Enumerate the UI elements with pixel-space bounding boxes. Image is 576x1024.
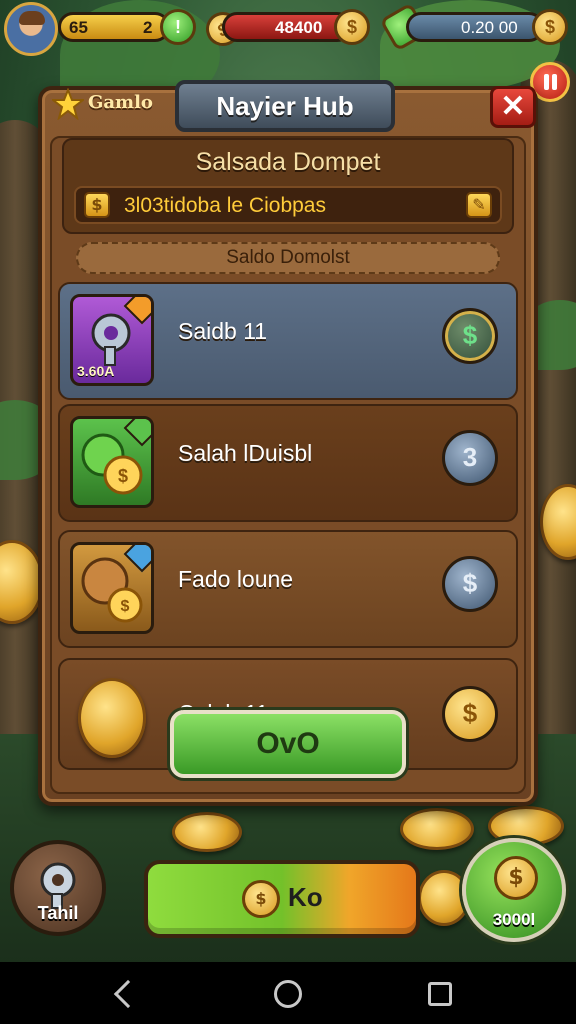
list-item-label: Salah lDuisbl — [178, 440, 313, 466]
svg-text:$: $ — [118, 466, 128, 486]
coin-shop-label: 3000l — [492, 910, 536, 929]
home-icon[interactable] — [274, 980, 302, 1008]
coin-icon: $ — [242, 880, 280, 918]
coin-shop-button[interactable]: $ 3000l — [462, 838, 566, 942]
row-currency-button[interactable]: 3 — [442, 430, 498, 486]
row-currency-button[interactable]: $ — [442, 686, 498, 742]
row-currency-button[interactable]: $ — [442, 556, 498, 612]
gem-count: 0.20 00 — [461, 18, 518, 37]
svg-text:$: $ — [121, 598, 130, 615]
row-currency-button[interactable]: $ — [442, 308, 498, 364]
list-item-label: Saidb 11 — [178, 318, 268, 344]
list-item[interactable]: $ Salah lDuisbl 3 — [58, 404, 518, 522]
add-coins-button[interactable]: $ — [334, 9, 370, 45]
section-label: Saldo Domolst — [76, 242, 500, 274]
close-button[interactable]: ✕ — [490, 86, 536, 128]
wallet-balance-text: 3l03tidoba le Ciobpas — [124, 194, 326, 217]
coin-count: 48400 — [275, 18, 323, 37]
edit-icon[interactable]: ✎ — [466, 192, 492, 218]
list-item[interactable]: 3.60A Saidb 11 $ — [58, 282, 518, 400]
item-thumbnail: $ — [70, 416, 154, 508]
back-icon[interactable] — [113, 979, 143, 1009]
key-menu-label: Tahil — [37, 903, 79, 923]
system-nav-bar — [0, 962, 576, 1024]
item-thumbnail: 3.60A — [70, 294, 154, 386]
wallet-header: Salsada Dompet $ 3l03tidoba le Ciobpas ✎ — [62, 138, 514, 234]
game-tab-label[interactable]: Gamlo — [88, 92, 153, 113]
level-value: 65 — [69, 18, 88, 37]
recent-apps-icon[interactable] — [428, 982, 452, 1006]
player-avatar[interactable] — [4, 2, 58, 56]
xp-boost-icon[interactable]: ! — [160, 9, 196, 45]
coin-bar: 48400 — [222, 12, 352, 42]
list-item-label: Fado loune — [178, 566, 294, 592]
key-menu-button[interactable]: Tahil — [10, 840, 106, 936]
list-item[interactable]: $ Fado loune $ — [58, 530, 518, 648]
coin-icon: $ — [494, 856, 538, 900]
main-action-label: Ko — [288, 882, 323, 912]
coin-icon — [78, 678, 146, 758]
main-action-button[interactable]: $ Ko — [144, 860, 420, 938]
add-gems-button[interactable]: $ — [532, 9, 568, 45]
coin-icon: $ — [84, 192, 110, 218]
item-thumbnail: $ — [70, 542, 154, 634]
confirm-button[interactable]: OvO — [170, 710, 406, 778]
level-bar: 65 2 — [58, 12, 170, 42]
top-hud: 65 2 ! $ 48400 $ 0.20 00 $ — [0, 0, 576, 60]
star-icon — [52, 88, 84, 120]
xp-value: 2 — [143, 18, 153, 37]
wallet-balance-line: $ 3l03tidoba le Ciobpas ✎ — [74, 186, 502, 224]
gem-bar: 0.20 00 — [406, 12, 544, 42]
wallet-title: Salsada Dompet — [195, 148, 381, 176]
item-price: 3.60A — [77, 363, 115, 379]
hub-title: Nayier Hub — [175, 80, 395, 132]
